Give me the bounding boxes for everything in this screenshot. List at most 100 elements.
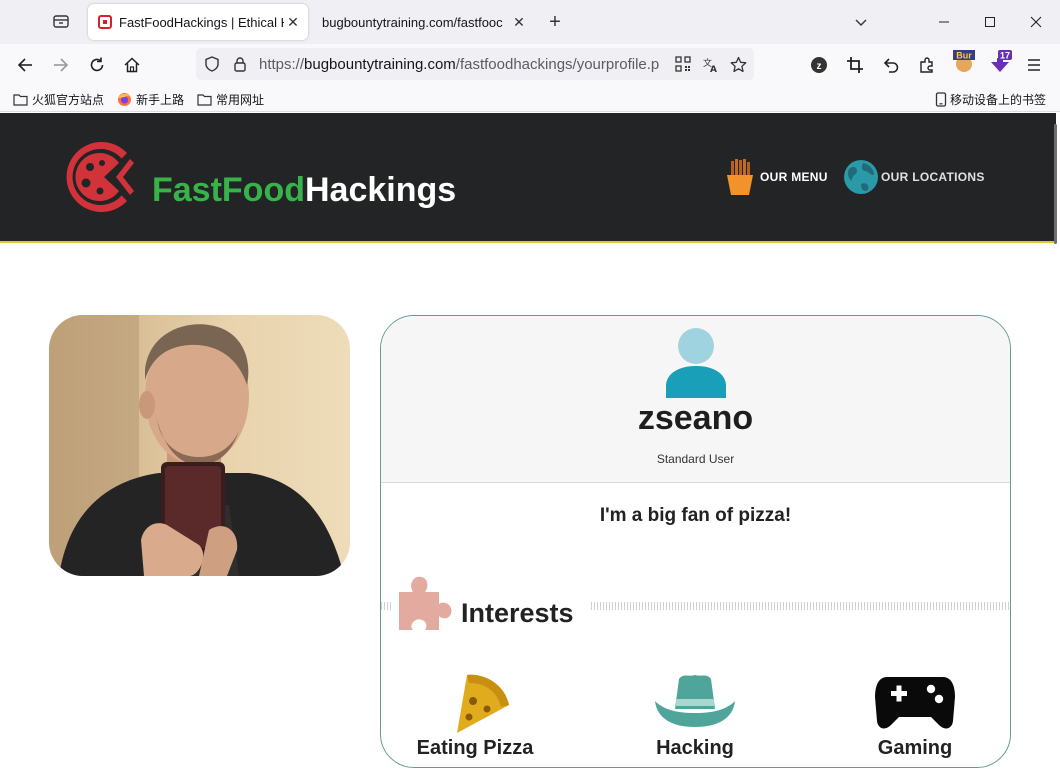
phone-icon — [935, 91, 947, 107]
back-button[interactable] — [13, 53, 37, 77]
page-scrollbar[interactable] — [1054, 124, 1057, 244]
site-logo-text[interactable]: FastFoodHackings — [152, 171, 456, 210]
extensions-button[interactable] — [915, 53, 939, 77]
bookmark-item[interactable]: 常用网址 — [197, 90, 264, 108]
bookmark-label: 火狐官方站点 — [32, 92, 105, 107]
gamepad-icon — [875, 677, 955, 729]
close-window-button[interactable] — [1024, 10, 1048, 34]
chevron-down-icon — [855, 19, 867, 26]
bookmark-label: 常用网址 — [216, 92, 265, 107]
bookmark-item[interactable]: 新手上路 — [117, 90, 184, 108]
bookmarks-toolbar: 火狐官方站点 新手上路 常用网址 移动设备上的书签 — [0, 86, 1060, 112]
profile-photo-image — [49, 315, 350, 576]
navigation-toolbar: https://bugbountytraining.com/fastfoodha… — [0, 44, 1060, 86]
download-extension-button[interactable]: 17 — [988, 50, 1012, 74]
undo-extension-button[interactable] — [879, 53, 903, 77]
new-tab-button[interactable]: + — [544, 11, 566, 33]
bookmark-item[interactable]: 火狐官方站点 — [13, 90, 104, 108]
qr-code-icon — [675, 56, 691, 72]
interests-heading: Interests — [381, 574, 1010, 634]
tab-overview-icon — [53, 15, 69, 28]
minimize-icon — [939, 21, 949, 23]
tab-bugbountytraining[interactable]: bugbountytraining.com/fastfooc ✕ — [312, 4, 534, 40]
interest-item: Eating Pizza — [395, 671, 555, 760]
url-text: https://bugbountytraining.com/fastfoodha… — [259, 56, 664, 73]
interest-label: Gaming — [877, 737, 953, 759]
minimize-button[interactable] — [932, 10, 956, 34]
star-icon — [730, 56, 746, 72]
firefox-icon — [118, 92, 131, 106]
url-host: bugbountytraining.com — [304, 56, 456, 73]
profile-card: zseano Standard User I'm a big fan of pi… — [380, 315, 1011, 768]
pizza-icon — [457, 674, 509, 733]
maximize-icon — [985, 17, 995, 27]
profile-card-header: zseano Standard User — [381, 316, 1010, 483]
screenshot-button[interactable] — [843, 53, 867, 77]
tab-close-icon[interactable]: ✕ — [284, 13, 302, 31]
home-button[interactable] — [120, 53, 144, 77]
interests-title: Interests — [461, 598, 574, 628]
logo-text-part2: Hackings — [304, 171, 457, 209]
list-all-tabs-button[interactable] — [849, 10, 873, 34]
interest-label: Hacking — [656, 737, 734, 759]
svg-text:A: A — [710, 65, 717, 73]
profile-photo — [49, 315, 350, 576]
reload-icon — [90, 57, 104, 72]
tracking-protection-icon[interactable] — [202, 54, 222, 74]
address-bar[interactable]: https://bugbountytraining.com/fastfoodha… — [196, 48, 754, 80]
extension-z-button[interactable]: z — [807, 53, 831, 77]
tab-title: FastFoodHackings | Ethical H — [119, 14, 284, 30]
folder-icon — [13, 93, 28, 106]
cowboy-hat-icon — [655, 675, 735, 727]
app-menu-button[interactable] — [1022, 53, 1046, 77]
profile-bio: I'm a big fan of pizza! — [599, 505, 792, 526]
nav-our-locations[interactable]: OUR LOCATIONS — [843, 157, 985, 197]
home-icon — [124, 57, 140, 73]
arrow-left-icon — [17, 58, 32, 72]
tab-close-icon[interactable]: ✕ — [510, 13, 528, 31]
crop-icon — [847, 57, 863, 73]
divider — [591, 602, 1010, 610]
mobile-bookmarks[interactable]: 移动设备上的书签 — [935, 90, 1046, 108]
maximize-button[interactable] — [978, 10, 1002, 34]
arrow-right-icon — [54, 58, 69, 72]
burp-label: Bur — [956, 51, 972, 61]
site-identity-icon[interactable] — [230, 54, 250, 74]
download-badge-icon: 17 — [991, 50, 1012, 72]
interest-label: Eating Pizza — [416, 737, 534, 759]
bookmark-label: 新手上路 — [136, 92, 185, 107]
fries-icon — [727, 159, 753, 195]
hamburger-menu-icon — [1028, 59, 1040, 71]
tab-bar: FastFoodHackings | Ethical H ✕ bugbounty… — [0, 0, 1060, 44]
puzzle-piece-icon — [920, 57, 933, 73]
translate-button[interactable]: 文A — [700, 54, 720, 74]
puzzle-piece-icon — [399, 576, 452, 630]
divider — [381, 602, 393, 610]
qr-code-button[interactable] — [673, 54, 693, 74]
burp-extension-button[interactable]: Bur — [952, 49, 976, 73]
tab-overview-button[interactable] — [50, 10, 72, 32]
nav-link-label: OUR LOCATIONS — [881, 170, 985, 184]
forward-button[interactable] — [49, 53, 73, 77]
bookmark-star-button[interactable] — [728, 54, 748, 74]
nav-our-menu[interactable]: OUR MENU — [722, 157, 828, 197]
logo-text-part1: FastFood — [152, 171, 305, 209]
burp-suite-icon: Bur — [953, 50, 975, 72]
shield-icon — [205, 56, 219, 72]
reload-button[interactable] — [85, 53, 109, 77]
mobile-bookmarks-label: 移动设备上的书签 — [950, 92, 1047, 107]
svg-text:z: z — [817, 61, 822, 72]
site-favicon-icon — [98, 15, 112, 29]
url-scheme: https:// — [259, 56, 305, 73]
nav-link-label: OUR MENU — [760, 170, 828, 184]
close-icon — [1030, 16, 1042, 28]
tab-title: bugbountytraining.com/fastfooc — [322, 14, 503, 30]
tab-fastfoodhackings[interactable]: FastFoodHackings | Ethical H ✕ — [88, 4, 308, 40]
url-path: /fastfoodhackings/yourprofile.p — [455, 56, 660, 73]
folder-icon — [197, 93, 212, 106]
profile-username: zseano — [637, 399, 754, 437]
pizza-logo-icon[interactable] — [64, 141, 144, 213]
z-extension-icon: z — [811, 57, 827, 73]
undo-icon — [883, 58, 899, 73]
extension-badge-count: 17 — [1000, 51, 1010, 61]
